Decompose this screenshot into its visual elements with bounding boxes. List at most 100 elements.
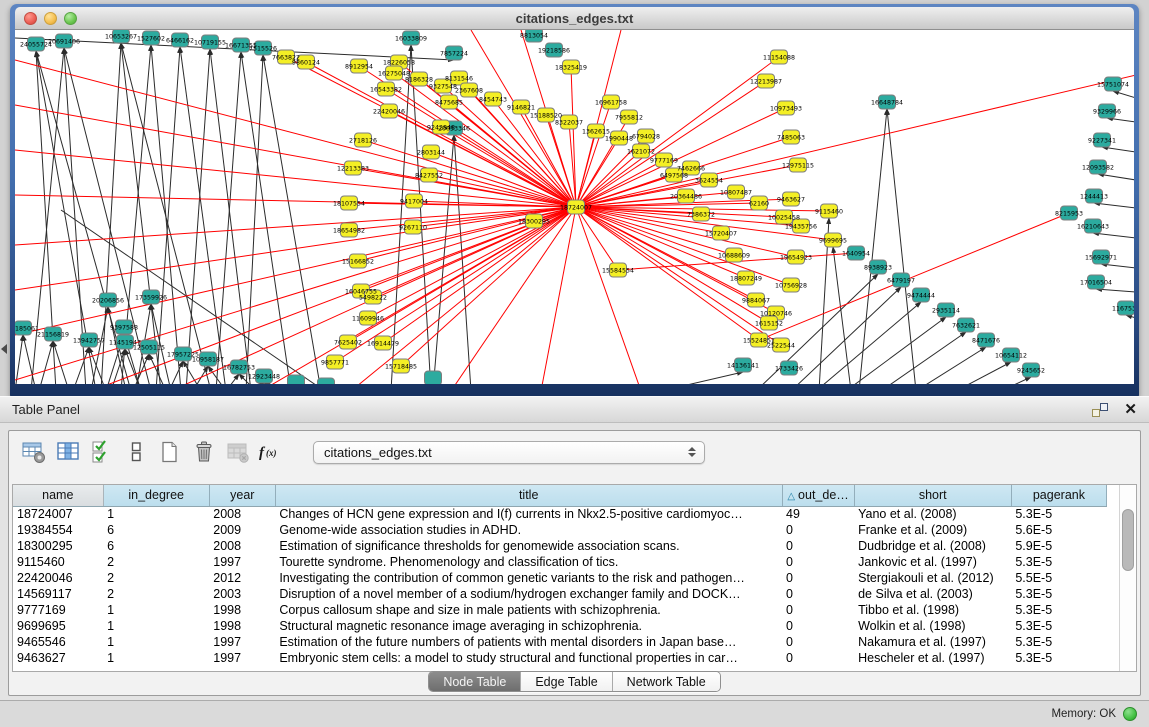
graph-node-label: 15751074 [1097, 81, 1129, 88]
table-cell: 5.3E-5 [1011, 554, 1106, 570]
graph-node-label: 15584554 [602, 267, 634, 274]
new-table-icon[interactable] [155, 437, 185, 467]
table-row[interactable]: 1872400712008Changes of HCN gene express… [13, 506, 1107, 522]
table-cell: 49 [782, 506, 854, 522]
table-row[interactable]: 977716911998Corpus callosum shape and si… [13, 602, 1107, 618]
graph-node-label: 10025458 [768, 214, 800, 221]
graph-node-label: 10654112 [995, 352, 1027, 359]
table-row[interactable]: 1830029562008Estimation of significance … [13, 538, 1107, 554]
table-settings-icon[interactable] [19, 437, 49, 467]
graph-node-label: 15720407 [705, 230, 737, 237]
table-cell: 0 [782, 522, 854, 538]
graph-node-label: 2718126 [349, 137, 377, 144]
graph-node-label: 3624554 [695, 177, 723, 184]
table-panel-titlebar: Table Panel ✕ [0, 396, 1149, 423]
column-header-in_degree[interactable]: in_degree [103, 485, 209, 506]
graph-node-label: 20364486 [670, 193, 702, 200]
app-root: { "window": { "title": "citations_edges.… [0, 0, 1149, 727]
window-titlebar[interactable]: citations_edges.txt [15, 7, 1134, 30]
tab-network-table[interactable]: Network Table [613, 672, 720, 691]
graph-node-label: 12093582 [1082, 164, 1114, 171]
graph-node[interactable] [288, 375, 305, 384]
table-panel: Table Panel ✕ [0, 396, 1149, 727]
float-panel-icon[interactable] [1092, 403, 1108, 417]
table-row[interactable]: 1456911722003Disruption of a novel membe… [13, 586, 1107, 602]
table-cell: 2009 [209, 522, 275, 538]
graph-node[interactable] [318, 378, 335, 384]
table-row[interactable]: 946362711997Embryonic stem cells: a mode… [13, 650, 1107, 666]
graph-node-label: 10120746 [760, 310, 792, 317]
import-table-icon-disabled [223, 437, 253, 467]
graph-node-label: 7386372 [687, 211, 715, 218]
graph-node-label: 16033809 [395, 35, 427, 42]
table-cell: 2003 [209, 586, 275, 602]
table-cell: 2008 [209, 506, 275, 522]
table-cell: 14569117 [13, 586, 103, 602]
fx-glyph: f [259, 445, 266, 461]
scrollbar-thumb[interactable] [1122, 509, 1134, 571]
table-panel-body: f (x) citations_edges.txt namein_degreey… [8, 430, 1141, 696]
table-row[interactable]: 1938455462009Genome-wide association stu… [13, 522, 1107, 538]
column-header-out_de[interactable]: △out_de… [782, 485, 854, 506]
graph-node-label: 15188520 [530, 112, 562, 119]
zoom-window-button[interactable] [64, 12, 77, 25]
table-cell: Changes of HCN gene expression and I(f) … [275, 506, 782, 522]
row-options-icon[interactable] [121, 437, 151, 467]
column-header-name[interactable]: name [13, 485, 103, 506]
close-window-button[interactable] [24, 12, 37, 25]
column-header-year[interactable]: year [209, 485, 275, 506]
graph-node-label: 16543382 [370, 86, 402, 93]
svg-text:(x): (x) [266, 448, 277, 458]
table-source-dropdown[interactable]: citations_edges.txt [313, 441, 705, 464]
table-cell: Estimation of significance thresholds fo… [275, 538, 782, 554]
table-cell: 1 [103, 506, 209, 522]
node-table-viewport: namein_degreeyeartitle△out_de…shortpager… [12, 484, 1137, 672]
table-row[interactable]: 946554611997Estimation of the future num… [13, 634, 1107, 650]
panel-collapse-arrow-icon[interactable] [1, 344, 7, 354]
graph-node-label: 1621072 [627, 148, 655, 155]
table-cell: Hescheler et al. (1997) [854, 650, 1011, 666]
column-header-pagerank[interactable]: pagerank [1011, 485, 1106, 506]
scrollbar-track[interactable] [1119, 485, 1136, 671]
graph-node-label: 15718485 [385, 363, 417, 370]
graph-node-label: 16961758 [595, 99, 627, 106]
table-cell: 0 [782, 602, 854, 618]
graph-node-label: 9146821 [507, 104, 535, 111]
function-builder-icon[interactable]: f (x) [257, 437, 287, 467]
graph-node-label: 9474444 [907, 292, 935, 299]
graph-node-label: 8215953 [1055, 210, 1083, 217]
graph-node[interactable] [425, 371, 442, 384]
show-columns-icon[interactable] [53, 437, 83, 467]
column-header-short[interactable]: short [854, 485, 1011, 506]
table-row[interactable]: 2242004622012Investigating the contribut… [13, 570, 1107, 586]
sort-ascending-icon: △ [787, 491, 795, 502]
table-cell: 19384554 [13, 522, 103, 538]
graph-node-label: 16782753 [223, 364, 255, 371]
graph-node-label: 18654982 [333, 227, 365, 234]
minimize-window-button[interactable] [44, 12, 57, 25]
table-cell: 2 [103, 570, 209, 586]
table-toolbar: f (x) citations_edges.txt [9, 431, 1140, 473]
memory-status-indicator[interactable] [1123, 707, 1137, 721]
table-cell: 1 [103, 634, 209, 650]
table-cell: 0 [782, 586, 854, 602]
table-cell: Tourette syndrome. Phenomenology and cla… [275, 554, 782, 570]
table-row[interactable]: 911546021997Tourette syndrome. Phenomeno… [13, 554, 1107, 570]
select-columns-icon[interactable] [87, 437, 117, 467]
network-canvas[interactable]: 2405572420691406106532671527602646616210… [15, 30, 1134, 384]
graph-node-label: 2522544 [767, 342, 795, 349]
table-cell: Disruption of a novel member of a sodium… [275, 586, 782, 602]
tab-edge-table[interactable]: Edge Table [521, 672, 612, 691]
table-cell: 5.3E-5 [1011, 602, 1106, 618]
graph-node-label: 6466162 [166, 37, 194, 44]
table-cell: 1 [103, 618, 209, 634]
close-panel-icon[interactable]: ✕ [1124, 403, 1137, 417]
tab-node-table[interactable]: Node Table [429, 672, 521, 691]
graph-node-label: 1733426 [775, 365, 803, 372]
column-header-title[interactable]: title [275, 485, 782, 506]
delete-table-icon[interactable] [189, 437, 219, 467]
graph-node-label: 7462666 [677, 165, 705, 172]
graph-node-label: 19435756 [785, 223, 817, 230]
table-row[interactable]: 969969511998Structural magnetic resonanc… [13, 618, 1107, 634]
table-cell: Nakamura et al. (1997) [854, 634, 1011, 650]
